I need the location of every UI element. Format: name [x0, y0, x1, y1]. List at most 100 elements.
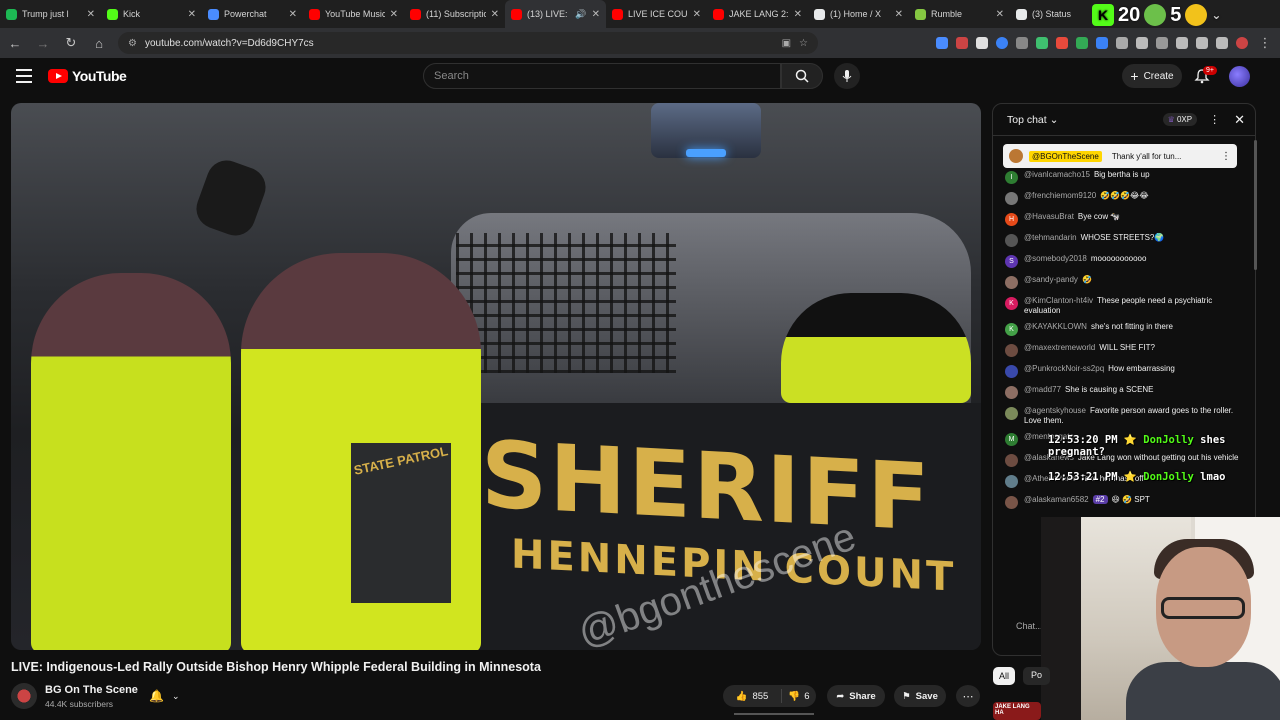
extension-icon[interactable] [1016, 37, 1028, 49]
chat-scrollbar[interactable] [1254, 140, 1257, 270]
streamer-glasses [1161, 597, 1245, 619]
bookmark-star-icon[interactable]: ☆ [799, 38, 808, 49]
extension-icon[interactable] [956, 37, 968, 49]
tab-close-icon[interactable]: ✕ [289, 9, 297, 20]
chat-message-body: @tehmandarin WHOSE STREETS?🌍 [1024, 233, 1164, 243]
bookmark-icon: ⚑ [902, 690, 911, 702]
chat-message[interactable]: K @KAYAKKLOWN she's not fitting in there [1005, 322, 1245, 337]
install-icon[interactable]: ▣ [782, 38, 791, 49]
tab-close-icon[interactable]: ✕ [188, 9, 196, 20]
account-avatar[interactable] [1229, 66, 1250, 87]
browser-tab[interactable]: (13) LIVE: In 🔊 ✕ [505, 0, 606, 28]
chat-message-body: @sandy-pandy 🤣 [1024, 275, 1092, 285]
chat-message[interactable]: H @HavasuBrat Bye cow 🐄 [1005, 212, 1245, 227]
extension-icon[interactable] [936, 37, 948, 49]
pinned-message[interactable]: @BGOnTheScene Thank y'all for tun... ⋮ [1003, 144, 1237, 168]
chat-message[interactable]: @maxextremeworld WILL SHE FIT? [1005, 343, 1245, 358]
search-button[interactable] [781, 63, 823, 89]
extension-icon[interactable] [976, 37, 988, 49]
chat-text: 🤣 [1081, 275, 1092, 284]
tab-label: Kick [123, 9, 141, 19]
reload-icon[interactable]: ↻ [62, 34, 80, 52]
chat-message[interactable]: @madd77 She is causing a SCENE [1005, 385, 1245, 400]
extension-icon[interactable] [1136, 37, 1148, 49]
site-info-icon[interactable]: ⚙ [128, 38, 137, 49]
chip-all[interactable]: All [993, 667, 1015, 685]
home-icon[interactable]: ⌂ [90, 34, 108, 52]
browser-tab[interactable]: (11) Subscriptio ✕ [404, 0, 505, 28]
chat-message[interactable]: @PunkrockNoir-ss2pq How embarrassing [1005, 364, 1245, 379]
tab-close-icon[interactable]: ✕ [491, 9, 499, 20]
search-input[interactable]: Search [423, 63, 781, 89]
chat-text: Bye cow 🐄 [1077, 212, 1121, 221]
browser-tab[interactable]: Rumble ✕ [909, 0, 1010, 28]
sidepanel-icon[interactable] [1216, 37, 1228, 49]
chat-message[interactable]: S @somebody2018 mooooooooooo [1005, 254, 1245, 269]
overlay-time: 12:53:21 PM [1048, 471, 1118, 483]
extension-icon[interactable] [1096, 37, 1108, 49]
chat-message[interactable]: @tehmandarin WHOSE STREETS?🌍 [1005, 233, 1245, 248]
history-icon[interactable] [1156, 37, 1168, 49]
xp-badge[interactable]: ♕ 0XP [1162, 113, 1198, 126]
chip-related[interactable]: Po [1023, 667, 1051, 685]
chat-avatar [1005, 407, 1018, 420]
chat-input[interactable]: Chat... [1016, 621, 1043, 631]
extension-icon[interactable] [996, 37, 1008, 49]
tab-close-icon[interactable]: ✕ [693, 9, 701, 20]
profile-icon[interactable] [1236, 37, 1248, 49]
pinned-menu-icon[interactable]: ⋮ [1221, 151, 1231, 162]
top-chat-dropdown[interactable]: Top chat ⌄ [1007, 114, 1163, 126]
browser-tab[interactable]: Powerchat ✕ [202, 0, 303, 28]
like-button[interactable]: 👍 855 [723, 689, 782, 703]
tab-close-icon[interactable]: ✕ [592, 9, 600, 20]
browser-tab[interactable]: LIVE ICE COUN ✕ [606, 0, 707, 28]
tab-close-icon[interactable]: ✕ [390, 9, 398, 20]
chat-message[interactable]: I @ivanlcamacho15 Big bertha is up [1005, 170, 1245, 185]
chat-message[interactable]: K @KimClanton-ht4iv These people need a ps… [1005, 296, 1245, 316]
extension-icon[interactable] [1076, 37, 1088, 49]
dislike-button[interactable]: 👎 6 [782, 691, 816, 702]
chat-message[interactable]: @sandy-pandy 🤣 [1005, 275, 1245, 290]
browser-tab[interactable]: (1) Home / X ✕ [808, 0, 909, 28]
chevron-down-icon[interactable]: ⌄ [1211, 8, 1221, 22]
save-button[interactable]: ⚑ Save [894, 685, 946, 707]
tab-close-icon[interactable]: ✕ [87, 9, 95, 20]
forward-icon[interactable]: → [34, 34, 52, 52]
browser-tab[interactable]: Trump just l ✕ [0, 0, 101, 28]
video-player[interactable]: SHERIFF HENNEPIN COUNT @bgonthescene STA… [11, 103, 981, 650]
youtube-logo[interactable]: YouTube [48, 68, 127, 84]
share-button[interactable]: ➦ Share [827, 685, 885, 707]
browser-tab[interactable]: YouTube Music ✕ [303, 0, 404, 28]
tab-close-icon[interactable]: ✕ [895, 9, 903, 20]
chat-message[interactable]: @alaskaman6582 #2 😆 🤣 SPT [1005, 495, 1245, 510]
address-bar[interactable]: ⚙ youtube.com/watch?v=Dd6d9CHY7cs ▣ ☆ [118, 32, 818, 54]
extensions-row: ⋮ [936, 34, 1274, 52]
extension-icon[interactable] [1036, 37, 1048, 49]
channel-name[interactable]: BG On The Scene [45, 684, 138, 696]
devtools-icon[interactable] [1196, 37, 1208, 49]
chat-author: @somebody2018 [1024, 254, 1087, 263]
more-actions-button[interactable]: ⋯ [956, 685, 980, 707]
tab-close-icon[interactable]: ✕ [794, 9, 802, 20]
speaker-icon[interactable]: 🔊 [575, 9, 586, 20]
channel-avatar[interactable] [11, 683, 37, 709]
back-icon[interactable]: ← [6, 34, 24, 52]
extension-icon[interactable] [1056, 37, 1068, 49]
chat-menu-icon[interactable]: ⋮ [1209, 113, 1220, 126]
extension-icon[interactable] [1176, 37, 1188, 49]
close-chat-icon[interactable]: ✕ [1234, 112, 1245, 128]
chat-text: WHOSE STREETS?🌍 [1080, 233, 1165, 242]
chat-message[interactable]: @frenchiemom9120 🤣🤣🤣😂😂 [1005, 191, 1245, 206]
chat-message[interactable]: @agentskyhouse Favorite person award goes… [1005, 406, 1245, 426]
browser-tab[interactable]: Kick ✕ [101, 0, 202, 28]
voice-search-button[interactable] [834, 63, 860, 89]
streamer-shirt [1126, 662, 1280, 720]
hamburger-menu-icon[interactable] [16, 69, 32, 83]
subscription-bell-button[interactable]: 🔔 ⌄ [149, 686, 193, 706]
tab-close-icon[interactable]: ✕ [996, 9, 1004, 20]
related-video-thumbnail[interactable]: JAKE LANG HA [993, 702, 1041, 720]
create-button[interactable]: + Create [1122, 64, 1182, 88]
browser-menu-icon[interactable]: ⋮ [1256, 34, 1274, 52]
browser-tab[interactable]: JAKE LANG 2: E ✕ [707, 0, 808, 28]
extension-icon[interactable] [1116, 37, 1128, 49]
